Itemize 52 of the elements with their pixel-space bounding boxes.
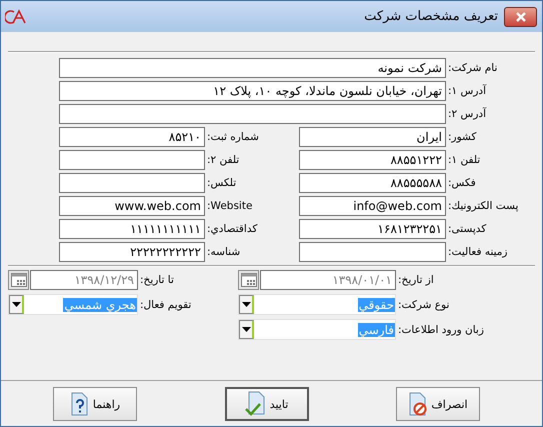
field-label: Website:	[206, 200, 254, 212]
field-label: پست الکترونیك:	[447, 200, 520, 212]
close-icon	[514, 12, 528, 22]
field-label: زمینه فعالیت:	[447, 246, 508, 258]
field-label: از تاریخ:	[397, 274, 435, 286]
field-label: تا تاریخ:	[139, 274, 175, 286]
text-field[interactable]: ۱۶۸۱۲۳۲۲۵۱	[299, 219, 446, 239]
text-field[interactable]: شرکت نمونه	[59, 58, 446, 78]
field-label: کداقتصادي:	[206, 223, 258, 235]
text-field[interactable]: ایران	[299, 127, 446, 147]
calendar-icon	[240, 273, 256, 287]
field-label: کشور:	[447, 131, 478, 143]
caret-icon	[242, 327, 250, 332]
field-label: آدرس ۲:	[447, 108, 488, 120]
field-label: شماره ثبت:	[206, 131, 260, 143]
text-field[interactable]: ۸۸۵۵۱۲۲۲	[299, 150, 446, 170]
text-field[interactable]: تهران، خیابان نلسون ماندلا، کوچه ۱۰، پلاک ۱۲	[59, 81, 446, 101]
document-check-icon	[244, 391, 267, 417]
cancel-button[interactable]: انصراف	[396, 387, 480, 421]
help-button[interactable]: راهنما	[53, 387, 137, 421]
text-field[interactable]	[59, 173, 205, 193]
field-label: زبان ورود اطلاعات:	[397, 324, 485, 336]
field-label: تلفن ۱:	[447, 154, 482, 166]
field-label: نام شرکت:	[447, 62, 498, 74]
caret-icon	[242, 302, 250, 307]
close-button[interactable]	[504, 6, 537, 26]
window-title: تعریف مشخصات شرکت	[364, 9, 498, 24]
field-label: نوع شرکت:	[397, 298, 450, 310]
text-field[interactable]: ۱۱۱۱۱۱۱۱۱۱۱	[59, 219, 205, 239]
field-label: تقویم فعال:	[139, 298, 192, 310]
text-field[interactable]	[299, 242, 446, 262]
text-field[interactable]	[59, 150, 205, 170]
text-field[interactable]: ۲۲۲۲۲۲۲۲۲۲۲	[59, 242, 205, 262]
document-question-icon	[70, 392, 90, 416]
field-label: آدرس ۱:	[447, 85, 488, 97]
field-label: تلفن ۲:	[206, 154, 240, 166]
text-field[interactable]: ۸۵۲۱۰	[59, 127, 205, 147]
field-label: شناسه:	[206, 246, 242, 258]
text-field[interactable]: www.web.com	[59, 196, 205, 216]
field-label: کدپستی:	[447, 223, 488, 235]
field-label: فکس:	[447, 177, 477, 189]
field-label: تلکس:	[206, 177, 238, 189]
text-field[interactable]: info@web.com	[299, 196, 446, 216]
caret-icon	[12, 302, 20, 307]
calendar-button[interactable]	[238, 270, 259, 290]
document-prohibited-icon	[408, 392, 428, 416]
ok-button[interactable]: تایید	[224, 387, 308, 421]
text-field[interactable]	[59, 104, 446, 124]
app-logo-icon	[5, 8, 27, 24]
calendar-icon	[10, 273, 26, 287]
calendar-button[interactable]	[8, 270, 29, 290]
text-field[interactable]: ۸۸۵۵۵۵۸۸	[299, 173, 446, 193]
